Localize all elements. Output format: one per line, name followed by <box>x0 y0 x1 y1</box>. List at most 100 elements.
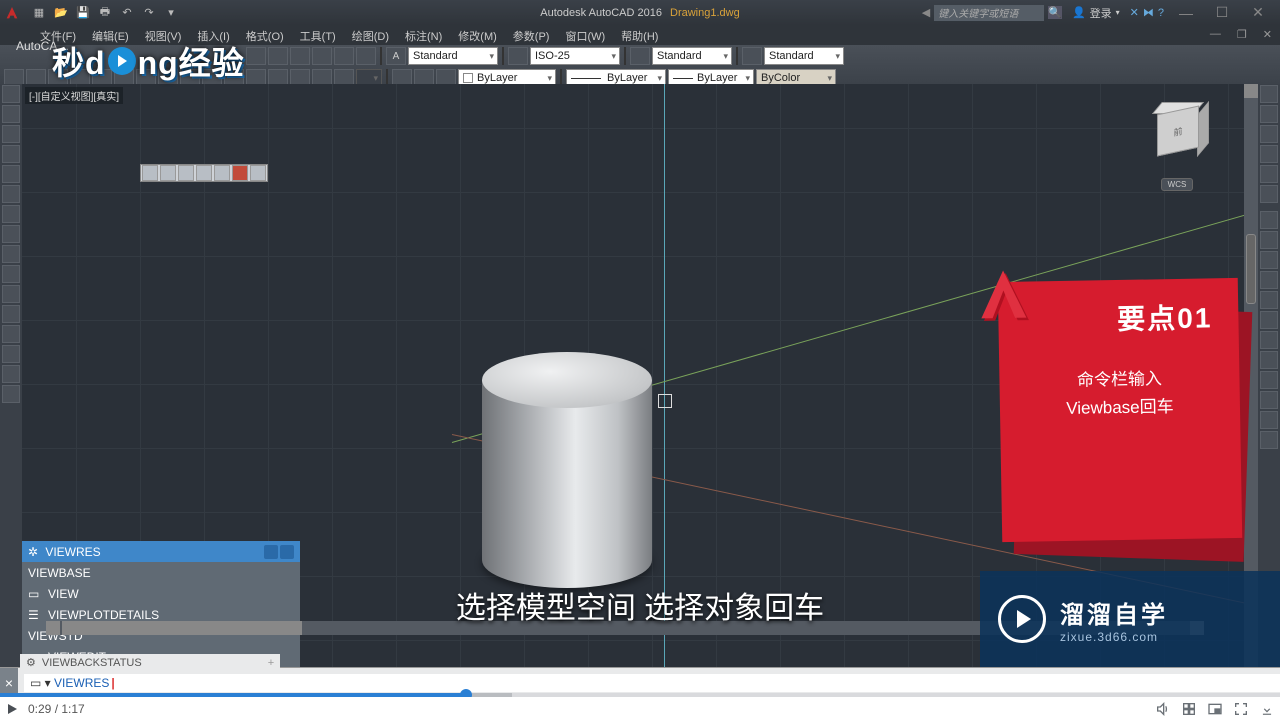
dim-style-dropdown[interactable]: ISO-25 <box>530 47 620 65</box>
tool-icon[interactable]: A <box>386 47 406 65</box>
draw-tool-icon[interactable] <box>2 325 20 343</box>
menu-help[interactable]: 帮助(H) <box>613 25 666 45</box>
window-minimize-icon[interactable]: — <box>1168 1 1204 25</box>
modify-tool-icon[interactable] <box>1260 431 1278 449</box>
modify-tool-icon[interactable] <box>1260 351 1278 369</box>
scroll-up-icon[interactable] <box>1244 84 1258 98</box>
draw-tool-icon[interactable] <box>2 165 20 183</box>
modify-tool-icon[interactable] <box>1260 331 1278 349</box>
draw-tool-icon[interactable] <box>2 205 20 223</box>
menu-modify[interactable]: 修改(M) <box>450 25 505 45</box>
draw-tool-icon[interactable] <box>2 105 20 123</box>
modify-tool-icon[interactable] <box>1260 85 1278 103</box>
vs-icon[interactable] <box>142 165 158 181</box>
vs-icon[interactable] <box>160 165 176 181</box>
play-button[interactable] <box>0 703 24 715</box>
window-maximize-icon[interactable]: ☐ <box>1204 1 1240 25</box>
tool-icon[interactable] <box>630 47 650 65</box>
draw-tool-icon[interactable] <box>2 285 20 303</box>
modify-tool-icon[interactable] <box>1260 211 1278 229</box>
qat-more-icon[interactable]: ▾ <box>160 2 182 24</box>
menu-window[interactable]: 窗口(W) <box>557 25 613 45</box>
menu-format[interactable]: 格式(O) <box>238 25 292 45</box>
modify-tool-icon[interactable] <box>1260 391 1278 409</box>
tool-icon[interactable] <box>312 47 332 65</box>
doc-minimize-icon[interactable]: — <box>1202 25 1229 45</box>
text-style-dropdown[interactable]: Standard <box>408 47 498 65</box>
modify-tool-icon[interactable] <box>1260 231 1278 249</box>
draw-tool-icon[interactable] <box>2 365 20 383</box>
doc-restore-icon[interactable]: ❐ <box>1229 25 1255 45</box>
qat-new-icon[interactable]: ▦ <box>28 2 50 24</box>
window-close-icon[interactable]: ✕ <box>1240 1 1276 25</box>
qat-save-icon[interactable]: 💾 <box>72 2 94 24</box>
qat-open-icon[interactable]: 📂 <box>50 2 72 24</box>
autocomplete-item[interactable]: VIEWBASE <box>22 562 300 583</box>
menu-tools[interactable]: 工具(T) <box>292 25 344 45</box>
table-style-dropdown[interactable]: Standard <box>652 47 732 65</box>
modify-tool-icon[interactable] <box>1260 291 1278 309</box>
draw-tool-icon[interactable] <box>2 245 20 263</box>
exchange-icon[interactable]: ✕ <box>1130 6 1139 19</box>
modify-tool-icon[interactable] <box>1260 411 1278 429</box>
view-cube[interactable]: 前 WCS <box>1132 102 1222 212</box>
modify-tool-icon[interactable] <box>1260 105 1278 123</box>
volume-icon[interactable] <box>1150 701 1176 717</box>
autocomplete-item[interactable]: ▭VIEW <box>22 583 300 604</box>
qat-print-icon[interactable]: 🖶 <box>94 2 116 24</box>
a360-icon[interactable]: ⧓ <box>1143 6 1154 19</box>
draw-tool-icon[interactable] <box>2 305 20 323</box>
vs-icon[interactable] <box>232 165 248 181</box>
help-icon[interactable] <box>264 545 278 559</box>
tool-icon[interactable] <box>334 47 354 65</box>
modify-tool-icon[interactable] <box>1260 165 1278 183</box>
vs-icon[interactable] <box>250 165 266 181</box>
qat-redo-icon[interactable]: ↷ <box>138 2 160 24</box>
modify-tool-icon[interactable] <box>1260 271 1278 289</box>
draw-tool-icon[interactable] <box>2 145 20 163</box>
modify-tool-icon[interactable] <box>1260 251 1278 269</box>
scroll-left-icon[interactable] <box>46 621 60 635</box>
tool-icon[interactable] <box>742 47 762 65</box>
visual-styles-toolbar[interactable] <box>140 164 268 182</box>
globe-icon[interactable] <box>280 545 294 559</box>
mleader-style-dropdown[interactable]: Standard <box>764 47 844 65</box>
modify-tool-icon[interactable] <box>1260 145 1278 163</box>
vs-icon[interactable] <box>196 165 212 181</box>
nav-bar[interactable] <box>1246 234 1256 304</box>
draw-tool-icon[interactable] <box>2 185 20 203</box>
modify-tool-icon[interactable] <box>1260 125 1278 143</box>
doc-close-icon[interactable]: ✕ <box>1255 25 1280 45</box>
tool-icon[interactable] <box>268 47 288 65</box>
draw-tool-icon[interactable] <box>2 265 20 283</box>
pip-icon[interactable] <box>1202 701 1228 717</box>
tool-icon[interactable] <box>356 47 376 65</box>
help-icon[interactable]: ? <box>1158 7 1164 19</box>
tool-icon[interactable] <box>290 47 310 65</box>
vs-icon[interactable] <box>214 165 230 181</box>
menu-draw[interactable]: 绘图(D) <box>344 25 397 45</box>
vs-icon[interactable] <box>178 165 194 181</box>
help-search-input[interactable]: 键入关键字或短语 <box>934 5 1044 21</box>
draw-tool-icon[interactable] <box>2 225 20 243</box>
autocomplete-selected[interactable]: ✲ VIEWRES <box>22 541 300 562</box>
draw-tool-icon[interactable] <box>2 345 20 363</box>
draw-tool-icon[interactable] <box>2 385 20 403</box>
login-button[interactable]: 👤登录▾ <box>1066 5 1126 21</box>
modify-tool-icon[interactable] <box>1260 371 1278 389</box>
modify-tool-icon[interactable] <box>1260 311 1278 329</box>
modify-tool-icon[interactable] <box>1260 185 1278 203</box>
tool-icon[interactable] <box>246 47 266 65</box>
command-input[interactable]: ▭ ▾ VIEWRES| <box>24 674 1280 692</box>
fullscreen-icon[interactable] <box>1228 701 1254 717</box>
tool-icon[interactable] <box>508 47 528 65</box>
download-icon[interactable] <box>1254 702 1280 716</box>
menu-dimension[interactable]: 标注(N) <box>397 25 450 45</box>
wcs-badge[interactable]: WCS <box>1161 178 1194 191</box>
viewport-label[interactable]: [-][自定义视图][真实] <box>25 87 123 104</box>
menu-parametric[interactable]: 参数(P) <box>505 25 558 45</box>
scroll-thumb[interactable] <box>62 621 302 635</box>
draw-tool-icon[interactable] <box>2 125 20 143</box>
settings-icon[interactable] <box>1176 701 1202 717</box>
search-icon[interactable]: 🔍 <box>1048 6 1062 19</box>
